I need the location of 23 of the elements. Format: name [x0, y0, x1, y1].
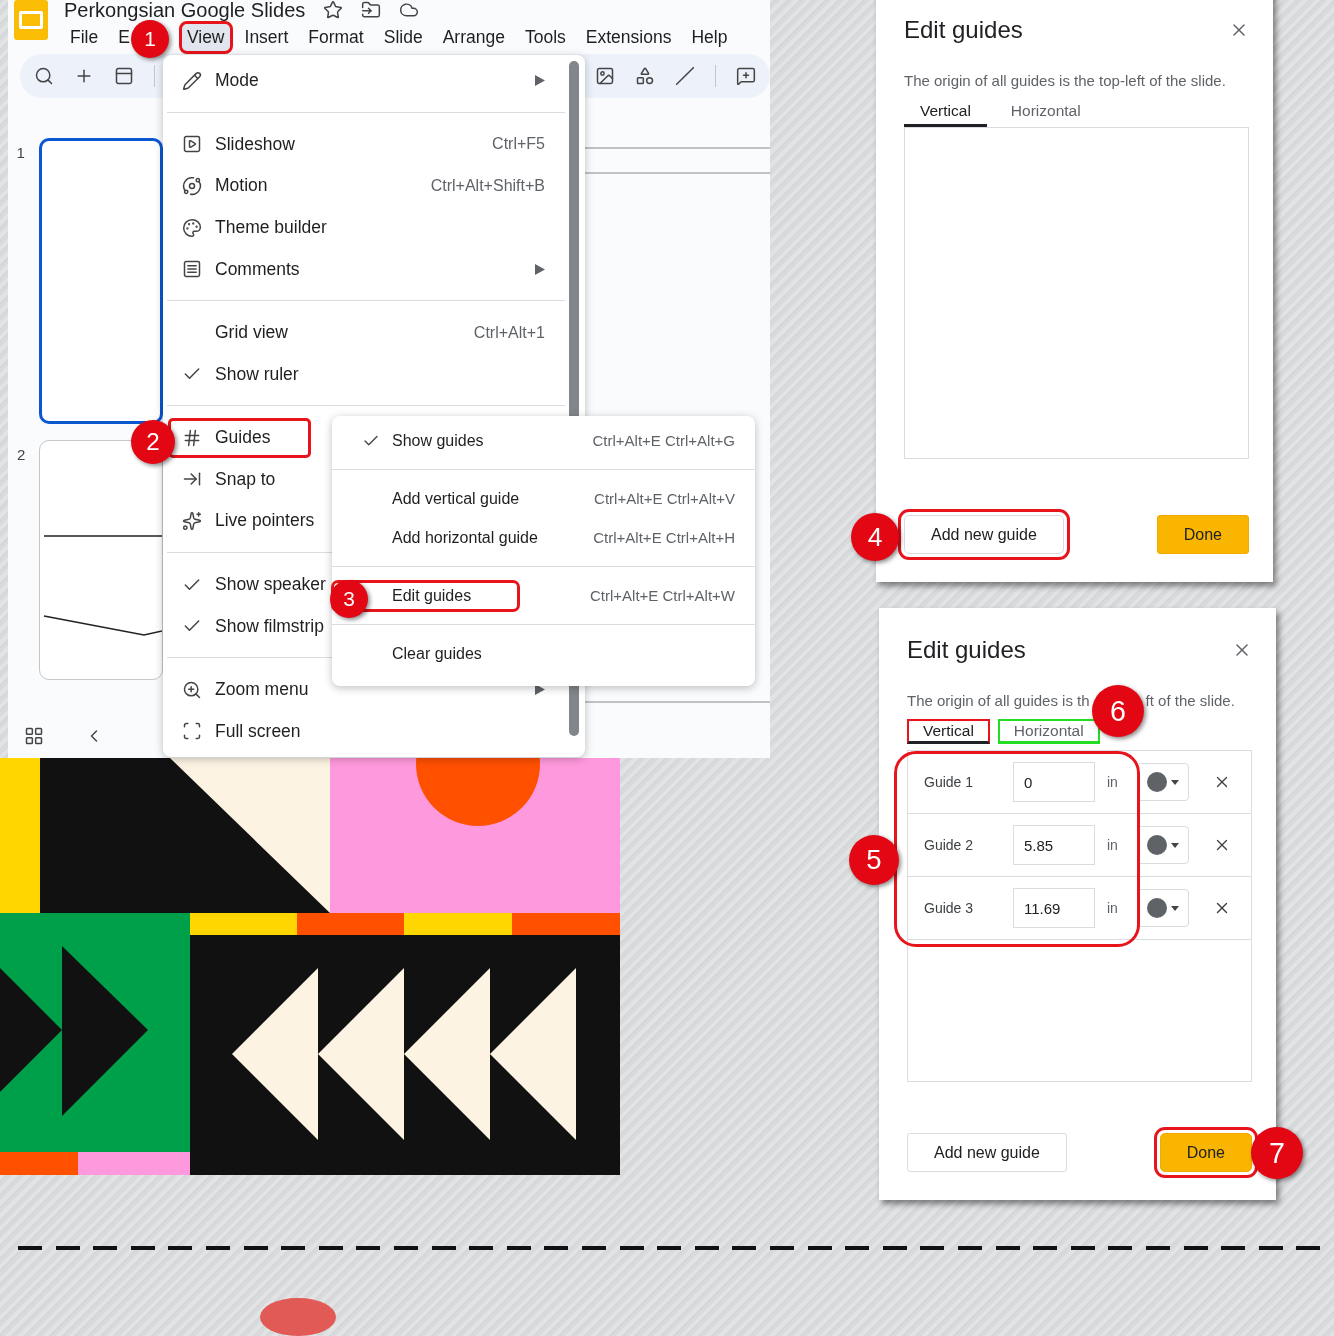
dialog-title: Edit guides [904, 16, 1023, 44]
step-number: 5 [849, 835, 899, 885]
unit-label: in [1107, 837, 1119, 853]
shortcut-text: Ctrl+Alt+Shift+B [430, 176, 545, 195]
shortcut-text: Ctrl+F5 [492, 135, 545, 154]
dialog-description: The origin of all guides is the top-left of the slide. [904, 72, 1226, 89]
unit-label: in [1107, 774, 1119, 790]
shortcut-text: Ctrl+Alt+E Ctrl+Alt+W [589, 587, 735, 604]
guide-label: Guide 2 [924, 837, 975, 853]
step-number: 4 [851, 513, 899, 561]
guide-label: Guide 3 [924, 900, 975, 916]
unit-label: in [1107, 900, 1119, 916]
dialog-title: Edit guides [907, 636, 1026, 664]
slide-number: 1 [15, 144, 25, 161]
shortcut-text: Ctrl+Alt+E Ctrl+Alt+V [594, 490, 735, 507]
dialog-description: ft of the slide. [1145, 692, 1235, 709]
shortcut-text: Ctrl+Alt+E Ctrl+Alt+G [592, 432, 735, 449]
shortcut-text: Ctrl+Alt+1 [473, 323, 545, 342]
shortcut-text: Ctrl+Alt+E Ctrl+Alt+H [593, 529, 735, 546]
slide-number: 2 [16, 446, 26, 463]
dialog-description: The origin of all guides is th [907, 692, 1090, 709]
step-number: 7 [1251, 1127, 1303, 1179]
guide-label: Guide 1 [924, 774, 975, 790]
